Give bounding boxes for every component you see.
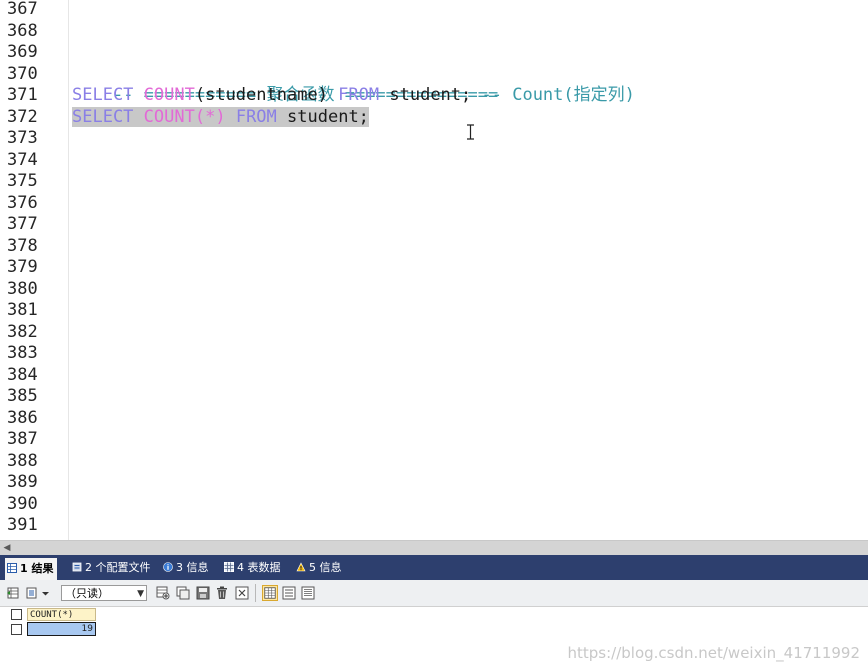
line-number: 381	[7, 300, 38, 320]
code-line-371[interactable]: SELECT COUNT(studentname) FROM student; …	[72, 85, 635, 107]
line-number: 385	[7, 386, 38, 406]
tab-label: 3 信息	[176, 561, 209, 574]
tab-label: 5 信息	[309, 561, 342, 574]
tab-label: 4 表数据	[237, 561, 281, 574]
tab-label: 2 个配置文件	[85, 561, 151, 574]
info-flag-icon	[296, 562, 306, 572]
sql-args: (*)	[194, 107, 226, 127]
table-data-icon	[224, 562, 234, 572]
result-options-icon[interactable]	[26, 586, 40, 600]
line-number: 376	[7, 192, 38, 213]
line-number: 368	[7, 20, 38, 41]
info-icon	[163, 562, 173, 572]
line-number: 373	[7, 128, 38, 148]
code-line-372[interactable]: SELECT COUNT(*) FROM student;	[72, 107, 369, 129]
gutter-divider	[68, 0, 69, 540]
horizontal-scrollbar[interactable]: ◀	[0, 540, 868, 555]
save-changes-icon[interactable]	[196, 586, 210, 600]
form-view-icon[interactable]	[282, 586, 296, 600]
tab-label: 1 结果	[20, 562, 54, 575]
line-number: 370	[7, 63, 38, 84]
sql-keyword: FROM	[235, 107, 277, 127]
export-grid-icon[interactable]	[7, 586, 21, 600]
line-number: 388	[7, 450, 38, 471]
trash-icon[interactable]	[215, 586, 229, 600]
line-number: 391	[7, 515, 38, 535]
tab-table-data[interactable]: 4 表数据	[222, 559, 285, 577]
line-number: 387	[7, 429, 38, 449]
grid-view-icon[interactable]	[262, 585, 278, 601]
chevron-down-icon[interactable]	[41, 586, 50, 600]
sql-function: COUNT	[143, 107, 195, 127]
duplicate-row-icon[interactable]	[176, 586, 190, 600]
sql-table: student;	[287, 107, 369, 127]
sql-keyword: SELECT	[72, 107, 134, 127]
sql-keyword: FROM	[338, 85, 380, 105]
sql-table: student;	[389, 85, 472, 105]
line-number: 371	[7, 85, 38, 105]
result-tab-bar: 1 结果 2 个配置文件 3 信息 4 表数据 5 信息	[0, 555, 868, 580]
line-number: 384	[7, 364, 38, 385]
line-number: 378	[7, 235, 38, 256]
line-number: 390	[7, 493, 38, 514]
sql-editor[interactable]: 367 368 369 370 371 372 373 374 375 376 377 378 379 3…	[0, 0, 868, 540]
chevron-down-icon: ▼	[137, 589, 144, 599]
code-line-370[interactable]: -- =========== 聚合函数 ===============	[72, 63, 498, 105]
watermark: https://blog.csdn.net/weixin_41711992	[567, 644, 860, 662]
sql-function: COUNT	[143, 85, 195, 105]
tab-profiles[interactable]: 2 个配置文件	[70, 559, 155, 577]
result-grid	[0, 607, 868, 672]
select-all-checkbox[interactable]	[11, 609, 22, 620]
line-number: 389	[7, 472, 38, 492]
tab-messages[interactable]: 3 信息	[161, 559, 213, 577]
add-row-icon[interactable]	[156, 586, 170, 600]
line-number: 377	[7, 214, 38, 234]
line-number: 382	[7, 321, 38, 342]
column-header[interactable]: COUNT(*)	[27, 608, 96, 621]
tab-results[interactable]: 1 结果	[5, 558, 58, 580]
sql-comment: -- Count(指定列)	[481, 85, 635, 105]
line-number: 383	[7, 343, 38, 363]
sql-args: (studentname)	[194, 85, 328, 105]
text-cursor-icon	[467, 124, 474, 140]
result-cell[interactable]: 19	[27, 622, 96, 636]
tab-info[interactable]: 5 信息	[294, 559, 346, 577]
line-number: 375	[7, 171, 38, 191]
line-number: 379	[7, 257, 38, 277]
profile-icon	[72, 562, 82, 572]
readonly-mode-select[interactable]: （只读） ▼	[61, 585, 147, 601]
line-number: 369	[7, 42, 38, 62]
line-number: 372	[7, 106, 38, 127]
line-number: 386	[7, 407, 38, 428]
text-selection[interactable]: SELECT COUNT(*) FROM student;	[72, 107, 369, 127]
cancel-changes-icon[interactable]	[235, 586, 249, 600]
grid-table-icon	[7, 563, 17, 573]
line-number: 380	[7, 278, 38, 299]
text-view-icon[interactable]	[301, 586, 315, 600]
scroll-left-icon[interactable]: ◀	[2, 542, 12, 554]
sql-keyword: SELECT	[72, 85, 134, 105]
line-number: 367	[7, 0, 38, 19]
readonly-select-value: （只读）	[65, 587, 109, 600]
line-number-gutter: 367 368 369 370 371 372 373 374 375 376 377 378 379 3…	[0, 0, 62, 540]
row-checkbox[interactable]	[11, 624, 22, 635]
line-number: 374	[7, 149, 38, 170]
toolbar-divider	[255, 584, 256, 602]
